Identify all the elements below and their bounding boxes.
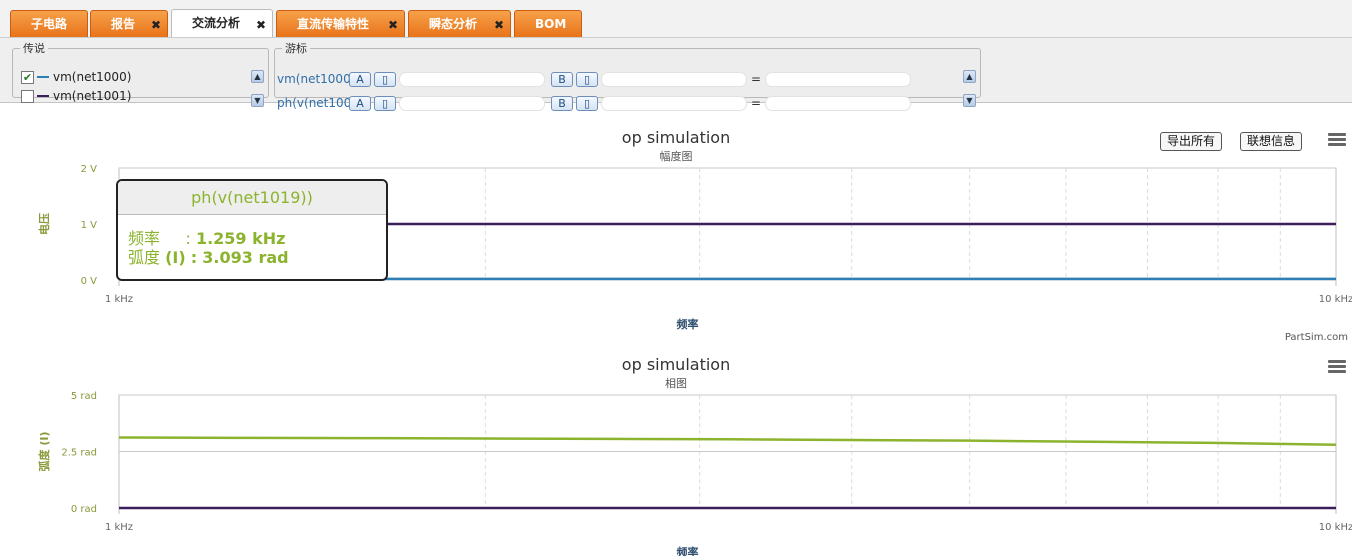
cursor-a-toggle-button[interactable]: ▯ <box>374 95 396 111</box>
cursor-row: ph(v(net1000 A ▯ B ▯ = <box>277 94 911 112</box>
chart1-menu-icon[interactable] <box>1326 131 1348 149</box>
data-tooltip: ph(v(net1019)) 频率 : 1.259 kHz 弧度 (I) : 3… <box>116 179 388 281</box>
cursor-b-toggle-button[interactable]: ▯ <box>576 95 598 111</box>
x-tick-label: 1 kHz <box>105 522 133 533</box>
tab-transient[interactable]: 瞬态分析 ✖ <box>408 10 511 37</box>
x-tick-label: 10 kHz <box>1319 294 1352 305</box>
tab-ac-analysis[interactable]: 交流分析 ✖ <box>171 9 273 38</box>
scroll-up-icon[interactable]: ▲ <box>963 70 976 83</box>
close-icon[interactable]: ✖ <box>388 12 398 38</box>
y-tick-label: 1 V <box>81 220 98 231</box>
legend-item[interactable]: vm(net1001) <box>21 87 131 105</box>
tab-subcircuit[interactable]: 子电路 <box>10 10 88 37</box>
legend-item-label: vm(net1000) <box>53 70 132 84</box>
equals-sign: = <box>750 96 762 110</box>
x-tick-label: 10 kHz <box>1319 522 1352 533</box>
y-axis-label: 电压 <box>37 213 51 235</box>
tab-bom[interactable]: BOM <box>514 10 582 37</box>
legend-panel-title: 传说 <box>23 42 45 55</box>
cursor-diff-value-field[interactable] <box>765 95 911 111</box>
cursor-b-value-field[interactable] <box>601 95 747 111</box>
close-icon[interactable]: ✖ <box>256 12 266 38</box>
tab-label: BOM <box>535 17 567 31</box>
chart2-title: op simulation <box>621 355 731 374</box>
phase-chart: 0 rad 2.5 rad 5 rad 1 kHz 10 kHz 频率 弧度 (I) <box>37 391 1352 556</box>
tab-dc-transfer[interactable]: 直流传输特性 ✖ <box>276 10 405 37</box>
cursor-trace-label: vm(net1000) <box>277 72 349 86</box>
chart2-menu-icon[interactable] <box>1326 358 1348 376</box>
y-tick-label: 2 V <box>81 164 98 175</box>
y-tick-label: 2.5 rad <box>61 448 97 459</box>
cursor-row: vm(net1000) A ▯ B ▯ = <box>277 70 911 88</box>
checkbox[interactable] <box>21 89 34 103</box>
legend-item-label: vm(net1001) <box>53 89 132 103</box>
x-axis-label: 频率 <box>677 317 699 331</box>
legend-panel: 传说 ✔ vm(net1000) vm(net1001) ▲ ▼ <box>12 40 269 107</box>
checkbox-checked[interactable]: ✔ <box>21 70 34 84</box>
tooltip-title: ph(v(net1019)) <box>118 181 386 215</box>
info-button[interactable]: 联想信息 <box>1240 132 1303 151</box>
series-swatch <box>37 95 49 97</box>
chart1-title: op simulation <box>621 128 731 147</box>
cursor-b-button[interactable]: B <box>551 71 573 87</box>
legend-item[interactable]: ✔ vm(net1000) <box>21 68 131 86</box>
cursor-b-toggle-button[interactable]: ▯ <box>576 71 598 87</box>
cursor-panel-title: 游标 <box>285 42 307 55</box>
y-tick-label: 5 rad <box>71 391 97 402</box>
cursor-b-value-field[interactable] <box>601 71 747 87</box>
tab-bar: 子电路 报告 ✖ 交流分析 ✖ 直流传输特性 ✖ 瞬态分析 ✖ BOM <box>0 0 1352 38</box>
tab-label: 子电路 <box>31 17 68 31</box>
cursor-a-toggle-button[interactable]: ▯ <box>374 71 396 87</box>
tab-label: 瞬态分析 <box>429 17 478 31</box>
cursor-b-button[interactable]: B <box>551 95 573 111</box>
cursor-a-button[interactable]: A <box>349 95 371 111</box>
y-tick-label: 0 V <box>81 276 98 287</box>
scroll-down-icon[interactable]: ▼ <box>251 94 264 107</box>
tooltip-separator: : <box>190 248 198 267</box>
cursor-a-value-field[interactable] <box>399 95 545 111</box>
series-swatch <box>37 76 49 78</box>
scroll-down-icon[interactable]: ▼ <box>963 94 976 107</box>
toolbar: 传说 ✔ vm(net1000) vm(net1001) ▲ ▼ 游标 vm(n… <box>0 37 1352 111</box>
branding-text: PartSim.com <box>1284 332 1348 343</box>
cursor-trace-label: ph(v(net1000 <box>277 96 349 110</box>
tab-report[interactable]: 报告 ✖ <box>90 10 168 37</box>
close-icon[interactable]: ✖ <box>151 12 161 38</box>
scroll-up-icon[interactable]: ▲ <box>251 70 264 83</box>
tooltip-phase-value: 3.093 rad <box>202 248 289 267</box>
tab-label: 直流传输特性 <box>297 17 370 31</box>
x-axis-label: 频率 <box>677 545 699 556</box>
tab-label: 报告 <box>111 17 136 31</box>
x-tick-label: 1 kHz <box>105 294 133 305</box>
y-axis-label: 弧度 (I) <box>37 432 51 472</box>
equals-sign: = <box>750 72 762 86</box>
cursor-a-button[interactable]: A <box>349 71 371 87</box>
close-icon[interactable]: ✖ <box>494 12 504 38</box>
cursor-diff-value-field[interactable] <box>765 71 911 87</box>
export-all-button[interactable]: 导出所有 <box>1160 132 1223 151</box>
tooltip-phase-label: 弧度 <box>128 248 161 267</box>
cursor-a-value-field[interactable] <box>399 71 545 87</box>
tooltip-phase-line: 弧度 (I) : 3.093 rad <box>128 244 289 268</box>
y-tick-label: 0 rad <box>71 504 97 515</box>
tab-label: 交流分析 <box>192 16 241 30</box>
tooltip-phase-unit: (I) <box>165 248 186 267</box>
cursor-panel: 游标 vm(net1000) A ▯ B ▯ = ph(v(net1000 A … <box>274 40 981 111</box>
